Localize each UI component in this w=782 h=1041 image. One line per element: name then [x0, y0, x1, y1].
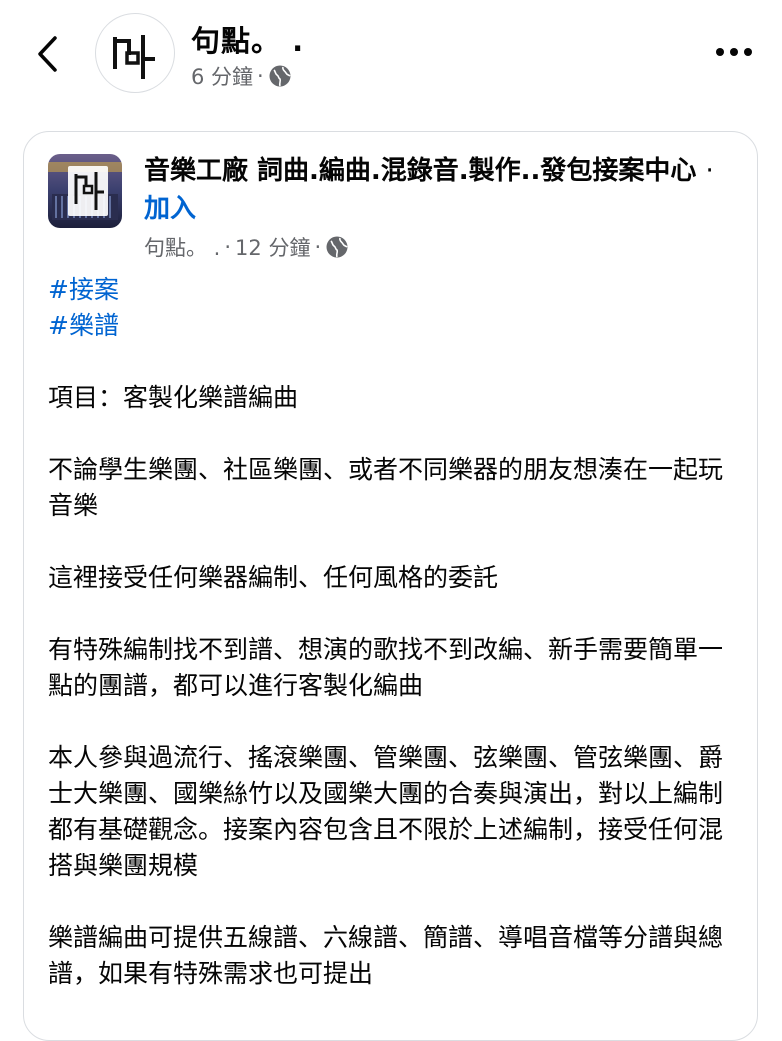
meta-separator: ·	[224, 235, 232, 259]
post-paragraph: 本人參與過流行、搖滾樂團、管樂團、弦樂團、管弦樂團、爵士大樂團、國樂絲竹以及國樂…	[48, 743, 724, 880]
join-group-link[interactable]: 加入	[144, 194, 196, 224]
title-separator: ·	[705, 156, 714, 186]
post-body: #接案 #樂譜 項目：客製化樂譜編曲 不論學生樂團、社區樂團、或者不同樂器的朋友…	[48, 272, 738, 992]
page-avatar[interactable]	[95, 13, 175, 93]
globe-icon	[269, 65, 291, 87]
post-time[interactable]: 6 分鐘	[191, 61, 253, 91]
post-paragraph: 項目：客製化樂譜編曲	[48, 383, 299, 412]
more-options-button[interactable]	[712, 40, 756, 64]
meta-separator: ·	[257, 64, 264, 88]
shared-post-card[interactable]: 音樂工廠 詞曲.編曲.混錄音.製作..發包接案中心 · 加入 句點。 . · 1…	[23, 131, 758, 1041]
more-dot	[744, 48, 752, 56]
post-meta: 6 分鐘 ·	[191, 61, 292, 91]
meta-separator: ·	[314, 235, 322, 259]
group-thumbnail[interactable]	[48, 154, 122, 228]
page-name[interactable]: 句點。 .	[191, 18, 304, 60]
shared-author[interactable]: 句點。 .	[144, 232, 220, 262]
post-header: 句點。 . 6 分鐘 ·	[0, 0, 782, 110]
page-logo	[113, 35, 155, 79]
post-paragraph: 有特殊編制找不到譜、想演的歌找不到改編、新手需要簡單一點的團譜，都可以進行客製化…	[48, 635, 724, 700]
hashtag-link[interactable]: #接案	[48, 272, 738, 308]
more-dot	[730, 48, 738, 56]
group-name[interactable]: 音樂工廠 詞曲.編曲.混錄音.製作..發包接案中心	[144, 156, 696, 186]
more-horizontal-icon	[716, 48, 724, 56]
hashtag-link[interactable]: #樂譜	[48, 308, 738, 344]
shared-post-time[interactable]: 12 分鐘	[235, 232, 310, 262]
back-button[interactable]	[30, 34, 64, 74]
group-title: 音樂工廠 詞曲.編曲.混錄音.製作..發包接案中心 · 加入	[144, 152, 724, 228]
post-paragraph: 不論學生樂團、社區樂團、或者不同樂器的朋友想湊在一起玩音樂	[48, 455, 724, 520]
shared-post-meta: 句點。 . · 12 分鐘 ·	[144, 232, 349, 262]
post-paragraph: 樂譜編曲可提供五線譜、六線譜、簡譜、導唱音檔等分譜與總譜，如果有特殊需求也可提出	[48, 923, 724, 988]
post-paragraph: 這裡接受任何樂器編制、任何風格的委託	[48, 563, 499, 592]
chevron-left-icon	[38, 36, 57, 72]
studio-image	[48, 154, 122, 228]
globe-icon	[326, 236, 348, 258]
